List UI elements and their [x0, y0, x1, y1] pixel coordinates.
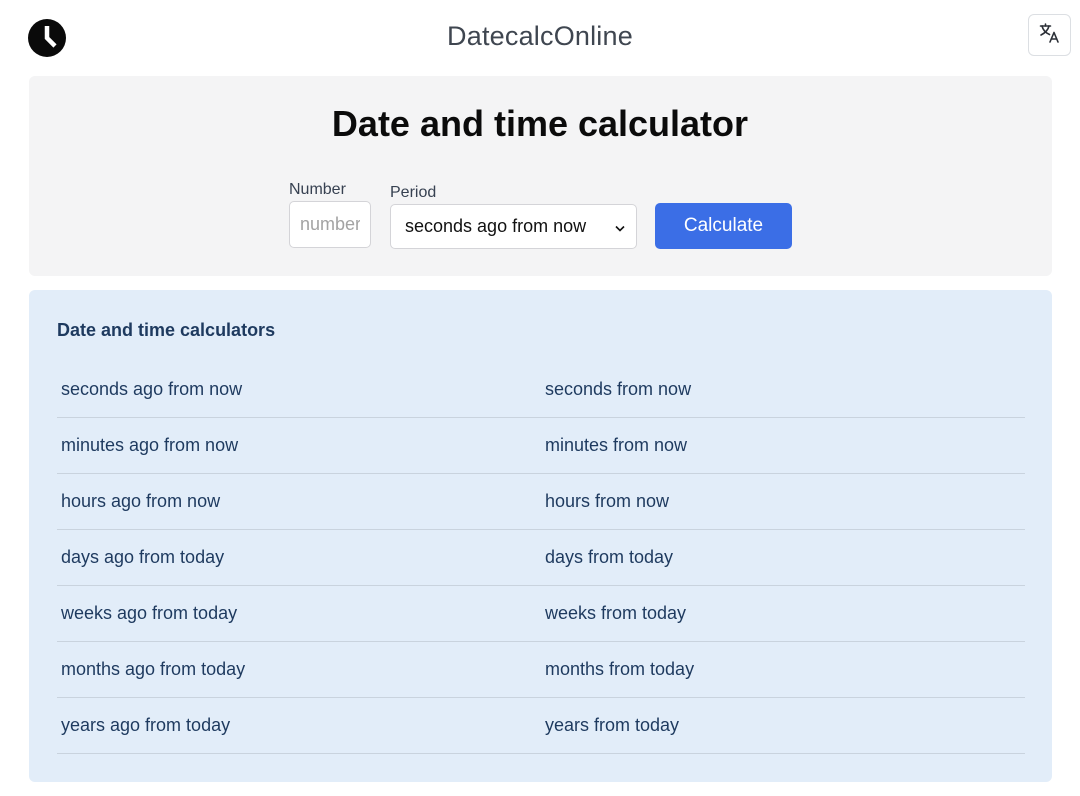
calculator-link[interactable]: years from today [541, 698, 1025, 754]
calculators-list: seconds ago from now seconds from now mi… [57, 362, 1025, 754]
period-label: Period [390, 184, 437, 201]
header: DatecalcOnline [0, 0, 1080, 76]
calculator-link[interactable]: days ago from today [57, 530, 541, 586]
number-label: Number [289, 181, 346, 198]
page: DatecalcOnline Date and time calculator … [0, 0, 1080, 796]
calculator-link[interactable]: weeks from today [541, 586, 1025, 642]
calculator-link[interactable]: years ago from today [57, 698, 541, 754]
period-select[interactable]: seconds ago from now [390, 204, 637, 249]
site-title[interactable]: DatecalcOnline [0, 21, 1080, 52]
chevron-down-icon [614, 220, 626, 241]
translate-icon [1039, 22, 1061, 49]
calculator-link[interactable]: seconds ago from now [57, 362, 541, 418]
calculator-link[interactable]: weeks ago from today [57, 586, 541, 642]
calculator-link[interactable]: minutes from now [541, 418, 1025, 474]
calculate-button[interactable]: Calculate [655, 203, 792, 249]
page-title: Date and time calculator [331, 103, 749, 144]
calculator-link[interactable]: hours from now [541, 474, 1025, 530]
calculator-link[interactable]: days from today [541, 530, 1025, 586]
calculator-link[interactable]: hours ago from now [57, 474, 541, 530]
period-selected-value: seconds ago from now [405, 216, 587, 236]
calculator-link[interactable]: seconds from now [541, 362, 1025, 418]
language-button[interactable] [1028, 14, 1071, 56]
calculator-link[interactable]: months ago from today [57, 642, 541, 698]
calculators-heading: Date and time calculators [57, 320, 276, 340]
calculator-link[interactable]: minutes ago from now [57, 418, 541, 474]
number-input[interactable] [289, 201, 371, 248]
calculator-link[interactable]: months from today [541, 642, 1025, 698]
